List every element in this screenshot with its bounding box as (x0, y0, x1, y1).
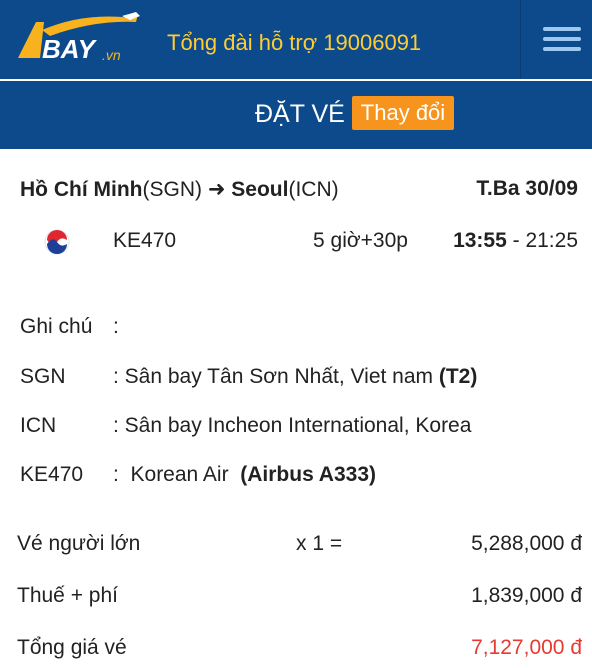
sgn-terminal: (T2) (438, 365, 478, 388)
adult-fare-amount: 5,288,000 đ (471, 532, 582, 555)
menu-line (543, 37, 581, 41)
sgn-airport-name: : Sân bay Tân Sơn Nhất, Viet nam (113, 365, 434, 388)
menu-line (543, 47, 581, 51)
flight-detail: : Korean Air (Airbus A333) (113, 463, 376, 487)
change-button[interactable]: Thay đổi (352, 96, 454, 130)
adult-fare-label: Vé người lớn (17, 532, 141, 555)
from-city: Hồ Chí Minh (20, 178, 143, 201)
abay-logo[interactable]: BAY .vn (14, 10, 144, 70)
note-label: Ghi chú (20, 315, 93, 338)
tax-label: Thuế + phí (17, 584, 118, 607)
hotline-text[interactable]: Tổng đài hỗ trợ 19006091 (167, 30, 421, 56)
flight-date: T.Ba 30/09 (476, 177, 578, 200)
flight-number: KE470 (113, 229, 177, 252)
airline-name: : Korean Air (113, 463, 235, 486)
svg-text:.vn: .vn (102, 47, 121, 63)
tax-amount: 1,839,000 đ (471, 584, 582, 607)
route: Hồ Chí Minh(SGN) ➜ Seoul(ICN) (20, 177, 339, 202)
to-city: Seoul (231, 178, 289, 201)
to-code: (ICN) (288, 178, 339, 201)
flight-duration: 5 giờ+30p (313, 229, 408, 252)
sgn-airport: : Sân bay Tân Sơn Nhất, Viet nam (T2) (113, 365, 477, 389)
adult-fare-qty: x 1 = (296, 532, 343, 555)
aircraft-type: (Airbus A333) (240, 463, 377, 486)
total-row: Tổng giá vé 7,127,000 đ (0, 636, 592, 668)
adult-fare-row: Vé người lớn x 1 = 5,288,000 đ (0, 532, 592, 572)
hamburger-menu-icon (543, 27, 581, 31)
note-value: : (113, 315, 119, 338)
total-amount: 7,127,000 đ (471, 636, 582, 659)
korean-air-logo-icon (43, 228, 71, 256)
tax-row: Thuế + phí 1,839,000 đ (0, 584, 592, 624)
depart-time: 13:55 (453, 229, 507, 252)
from-code: (SGN) (142, 178, 202, 201)
abay-logo-icon: BAY .vn (18, 12, 140, 64)
arrive-time: - 21:25 (506, 229, 578, 252)
menu-button[interactable] (520, 0, 592, 79)
booking-title: ĐẶT VÉ (255, 100, 345, 128)
flight-detail-label: KE470 (20, 463, 84, 486)
arrow-icon: ➜ (207, 178, 226, 201)
booking-bar: ĐẶT VÉ (0, 81, 592, 149)
icn-label: ICN (20, 414, 57, 437)
flight-time: 13:55 - 21:25 (453, 229, 578, 253)
top-header: BAY .vn Tổng đài hỗ trợ 19006091 (0, 0, 592, 79)
icn-airport-name: : Sân bay Incheon International, Korea (113, 414, 472, 437)
svg-text:BAY: BAY (42, 34, 98, 64)
total-label: Tổng giá vé (17, 636, 127, 659)
sgn-label: SGN (20, 365, 66, 388)
